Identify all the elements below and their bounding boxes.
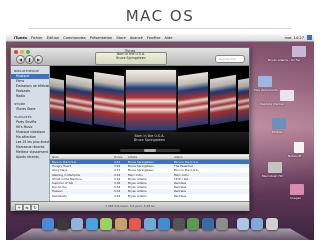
album-cover[interactable]	[178, 71, 208, 129]
menu-avance[interactable]: Avancé	[130, 36, 143, 40]
album-cover[interactable]	[210, 74, 236, 126]
desktop-icon-2[interactable]	[280, 90, 294, 101]
track-rows: Born in the U.S.A. 4:41 Bruce Springsteen B…	[50, 160, 249, 198]
trash-icon[interactable]	[265, 218, 278, 230]
menubar-clock[interactable]: mar. 14:27	[285, 36, 305, 40]
desktop-icon-5[interactable]	[268, 162, 282, 173]
desktop-icon-label: Capture d'écran	[260, 102, 285, 106]
zoom-icon[interactable]	[26, 50, 30, 54]
close-icon[interactable]	[14, 50, 18, 54]
dock-app-time-machine-icon[interactable]	[201, 218, 214, 230]
dock-app-aper-u-icon[interactable]	[143, 218, 156, 230]
dock-app-dashboard-icon[interactable]	[56, 218, 69, 230]
screenshot-desktop: iTunes Fichier Édition Commandes Présent…	[6, 34, 314, 240]
cover-flow[interactable]: Born in the U.S.A. Bruce Springsteen	[50, 66, 249, 154]
desktop-icon-label: Notes.rtf	[288, 154, 302, 158]
spotlight-icon[interactable]	[307, 35, 312, 40]
column-header-album[interactable]: Album	[174, 155, 247, 159]
minimize-icon[interactable]	[20, 50, 24, 54]
desktop-icon-4[interactable]	[294, 142, 304, 153]
album-cover[interactable]	[238, 77, 249, 123]
column-header-time[interactable]: Durée	[114, 155, 128, 159]
track-duration: 4:44	[114, 193, 121, 198]
desktop-icon-3[interactable]	[272, 118, 286, 129]
sidebar-section-header: BIBLIOTHÈQUE	[14, 69, 39, 73]
menu-fichier[interactable]: Fichier	[31, 36, 43, 40]
sidebar-item-playlist[interactable]: Ajouts récents	[11, 155, 49, 160]
desktop-icon-6[interactable]	[290, 184, 304, 195]
dock-app-ichat-icon[interactable]	[100, 218, 112, 230]
dock-app-safari-icon[interactable]	[85, 218, 98, 230]
play-pause-icon[interactable]: ❚	[25, 55, 34, 64]
cover-flow-scrollbar[interactable]	[120, 149, 180, 152]
menu-bar: iTunes Fichier Édition Commandes Présent…	[6, 34, 314, 42]
itunes-window: iTunes ◀ ❚ ▶ Born in the U.S.A. Bruce Sp…	[10, 47, 250, 211]
sidebar-section-header: PLAYLISTS	[14, 115, 32, 119]
scroll-thumb[interactable]	[144, 149, 156, 152]
source-sidebar: BIBLIOTHÈQUE Musique Films Émissions de …	[11, 66, 50, 210]
title-divider	[28, 28, 292, 29]
column-header-name[interactable]: Nom	[50, 155, 114, 159]
dock	[12, 214, 310, 240]
menu-aide[interactable]: Aide	[164, 36, 172, 40]
menu-commandes[interactable]: Commandes	[63, 36, 86, 40]
now-playing-display[interactable]: Born in the U.S.A. Bruce Springsteen	[95, 52, 167, 65]
itunes-toolbar: iTunes ◀ ❚ ▶ Born in the U.S.A. Bruce Sp…	[11, 48, 249, 66]
dock-app-front-row-icon[interactable]	[172, 218, 185, 230]
album-cover[interactable]	[94, 71, 124, 129]
cover-caption-artist: Bruce Springsteen	[133, 138, 166, 142]
sidebar-section-header: STORE	[14, 102, 26, 106]
dock-app-ical-icon[interactable]	[129, 218, 141, 230]
menu-store[interactable]: Store	[116, 36, 126, 40]
dock-app-mail-icon[interactable]	[71, 218, 83, 230]
desktop-icon-label: Macintosh HD	[262, 174, 283, 178]
desktop-icon-label: Bryan Adams - So Far	[268, 58, 301, 62]
cover-flow-caption: Born in the U.S.A. Bruce Springsteen	[50, 134, 249, 142]
album-cover-selected[interactable]	[126, 70, 176, 130]
itunes-status-bar: + ⇆ ↻ 1 038 morceaux, 3,2 jours, 5,48 Go	[11, 201, 249, 211]
desktop-icon-1[interactable]	[258, 76, 272, 87]
track-album: Reckless	[174, 193, 187, 198]
column-header-artist[interactable]: Artiste	[128, 155, 174, 159]
table-row[interactable]: Somebody 4:44 Bryan Adams Reckless	[50, 194, 249, 198]
dock-stack-0-icon[interactable]	[236, 218, 249, 230]
slide-title: MAC OS	[125, 7, 195, 25]
dock-app-pr-f-rences-syst-me-icon[interactable]	[216, 218, 228, 230]
album-cover[interactable]	[50, 77, 64, 123]
desktop-icon-label: Photos	[272, 130, 283, 134]
track-list: Nom Durée Artiste Album Born in the U.S.…	[50, 155, 249, 201]
menu-presentation[interactable]: Présentation	[90, 36, 113, 40]
dock-shelf	[12, 228, 310, 240]
desktop-icon-0[interactable]	[292, 46, 306, 57]
track-artist: Bryan Adams	[128, 193, 147, 198]
now-playing-artist: Bruce Springsteen	[116, 55, 146, 60]
menu-itunes[interactable]: iTunes	[14, 36, 27, 40]
menu-fenetre[interactable]: Fenêtre	[147, 36, 161, 40]
desktop-icon-label: Images	[290, 196, 301, 200]
next-track-icon[interactable]: ▶	[34, 55, 43, 64]
search-input[interactable]: Rechercher	[215, 55, 245, 63]
dock-app-finder-icon[interactable]	[42, 218, 54, 230]
dock-app-iphoto-icon[interactable]	[187, 218, 199, 230]
desktop-icon-label: Mes documents	[254, 88, 278, 92]
library-status: 1 038 morceaux, 3,2 jours, 5,48 Go	[105, 204, 155, 208]
album-cover[interactable]	[66, 74, 92, 126]
dock-app-carnet-d-adresses-icon[interactable]	[114, 218, 127, 230]
dock-stack-1-icon[interactable]	[251, 218, 263, 230]
menu-edition[interactable]: Édition	[47, 36, 59, 40]
previous-track-icon[interactable]: ◀	[16, 55, 25, 64]
dock-app-itunes-icon[interactable]	[158, 218, 170, 230]
track-name: Somebody	[52, 193, 67, 198]
